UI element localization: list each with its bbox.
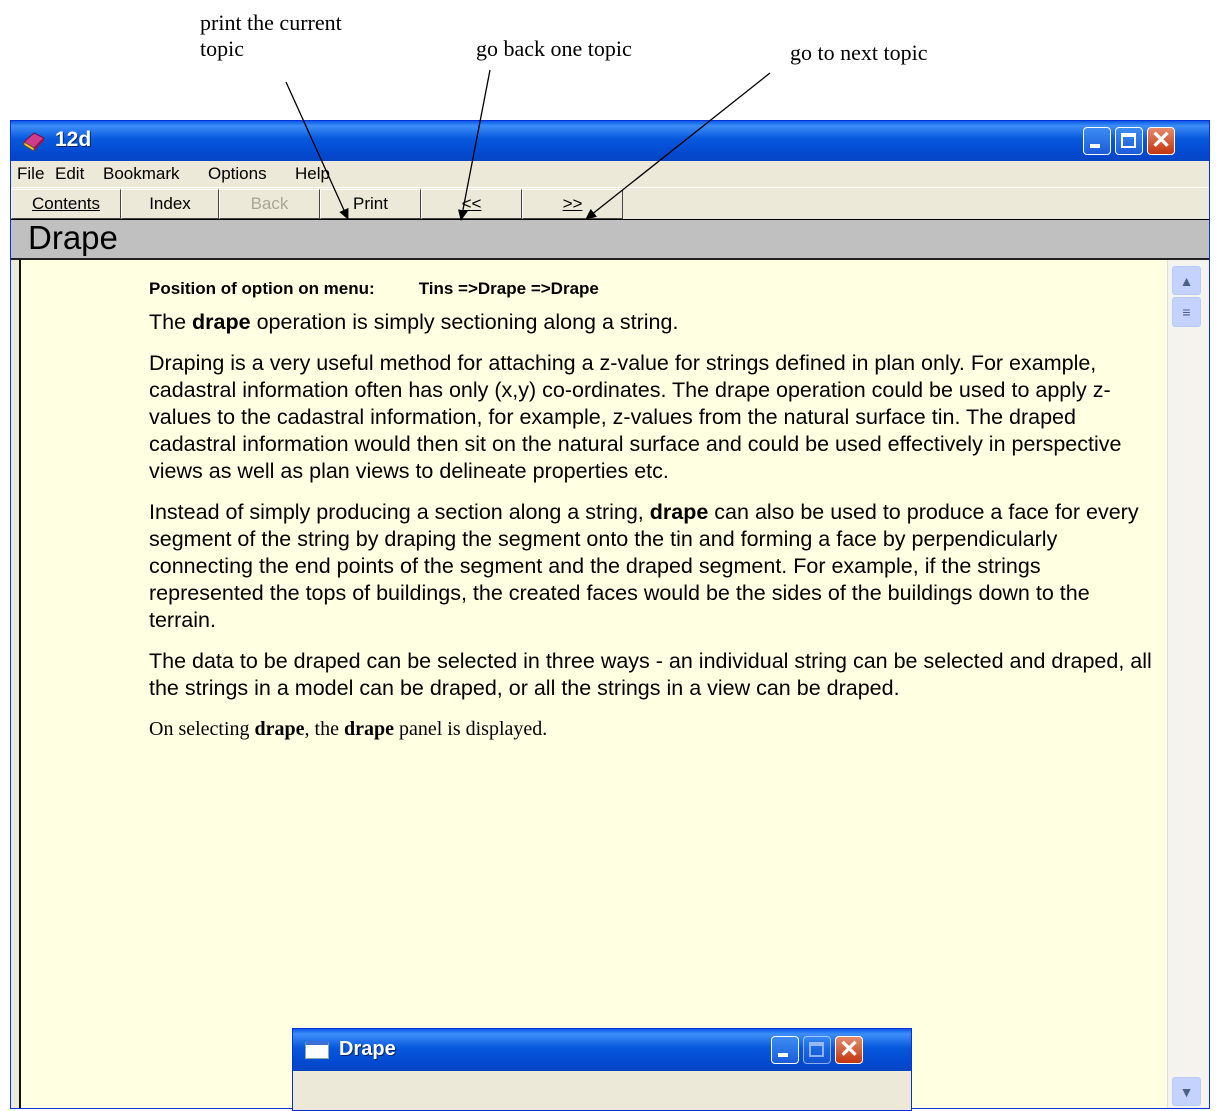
contents-label: Contents <box>31 194 101 213</box>
scroll-up-button[interactable]: ▲ <box>1172 266 1201 295</box>
p5-text-a: On selecting <box>149 718 255 740</box>
maximize-button[interactable] <box>1115 127 1143 155</box>
p3-text-a: Instead of simply producing a section al… <box>149 500 650 524</box>
minimize-icon <box>1090 144 1100 148</box>
menu-position-label: Position of option on menu: <box>149 279 375 298</box>
minimize-button[interactable] <box>1083 127 1111 155</box>
print-button[interactable]: Print <box>320 189 421 219</box>
menu-options[interactable]: Options <box>208 164 267 184</box>
p1-text-c: operation is simply sectioning along a s… <box>250 310 679 334</box>
index-label: Index <box>149 194 191 213</box>
menu-file[interactable]: File <box>17 164 44 184</box>
next-label: >> <box>562 194 583 213</box>
p5-text-e: panel is displayed. <box>393 718 548 740</box>
prev-label: << <box>461 194 482 213</box>
topic-header: Drape <box>11 219 1209 260</box>
button-bar: Contents Index Back Print << >> <box>11 187 1209 220</box>
index-button[interactable]: Index <box>121 189 219 219</box>
scroll-thumb[interactable]: ≡ <box>1172 297 1201 327</box>
panel-maximize-button <box>803 1036 831 1064</box>
book-icon <box>23 132 45 152</box>
paragraph-3: Instead of simply producing a section al… <box>149 499 1159 634</box>
prev-topic-button[interactable]: << <box>421 189 522 219</box>
panel-minimize-button <box>771 1036 799 1064</box>
title-bar[interactable]: 12d ✕ <box>11 121 1209 161</box>
close-button[interactable]: ✕ <box>1147 127 1175 155</box>
menu-help[interactable]: Help <box>295 164 330 184</box>
drape-panel-titlebar: Drape ✕ <box>293 1029 911 1071</box>
topic-body: Position of option on menu: Tins =>Drape … <box>149 279 1159 757</box>
back-button[interactable]: Back <box>219 189 320 219</box>
chevron-down-icon: ▼ <box>1179 1084 1194 1100</box>
menu-edit[interactable]: Edit <box>55 164 84 184</box>
p1-bold: drape <box>192 310 251 334</box>
contents-button[interactable]: Contents <box>11 189 121 219</box>
vertical-scrollbar[interactable]: ▲ ≡ ▼ <box>1167 260 1209 1108</box>
back-label: Back <box>250 194 289 213</box>
maximize-icon <box>809 1042 824 1057</box>
window-icon <box>305 1041 329 1059</box>
p3-bold: drape <box>649 500 709 524</box>
p1-text-a: The <box>149 310 193 334</box>
scroll-down-button[interactable]: ▼ <box>1172 1077 1201 1106</box>
paragraph-5: On selecting drape, the drape panel is d… <box>149 716 1159 743</box>
paragraph-2: Draping is a very useful method for atta… <box>149 351 1122 483</box>
close-icon: ✕ <box>1150 127 1172 154</box>
p5-bold-2: drape <box>343 718 394 740</box>
maximize-icon <box>1121 133 1136 148</box>
help-window: 12d ✕ File Edit Bookmark Options Help Co… <box>10 120 1210 1109</box>
paragraph-1: The drape operation is simply sectioning… <box>149 309 1159 336</box>
topic-title: Drape <box>28 219 118 256</box>
panel-close-button: ✕ <box>835 1036 863 1064</box>
menu-bar: File Edit Bookmark Options Help <box>11 161 1209 187</box>
annotation-next: go to next topic <box>790 40 928 65</box>
print-label: Print <box>353 194 388 213</box>
chevron-up-icon: ▲ <box>1179 273 1194 289</box>
menu-position-line: Position of option on menu: Tins =>Drape … <box>149 279 1159 299</box>
minimize-icon <box>778 1053 788 1057</box>
drape-panel-title: Drape <box>339 1038 396 1060</box>
p5-text-c: , the <box>304 718 344 740</box>
next-topic-button[interactable]: >> <box>522 189 623 219</box>
close-icon: ✕ <box>838 1036 860 1063</box>
window-title: 12d <box>55 128 92 151</box>
drape-panel-image: Drape ✕ <box>292 1028 912 1111</box>
grip-icon: ≡ <box>1182 304 1191 320</box>
annotation-back: go back one topic <box>476 36 632 61</box>
p5-bold-1: drape <box>254 718 305 740</box>
menu-position-path: Tins =>Drape =>Drape <box>418 279 599 298</box>
paragraph-4: The data to be draped can be selected in… <box>149 649 1152 700</box>
annotation-print: print the current topic <box>200 10 342 61</box>
menu-bookmark[interactable]: Bookmark <box>103 164 180 184</box>
